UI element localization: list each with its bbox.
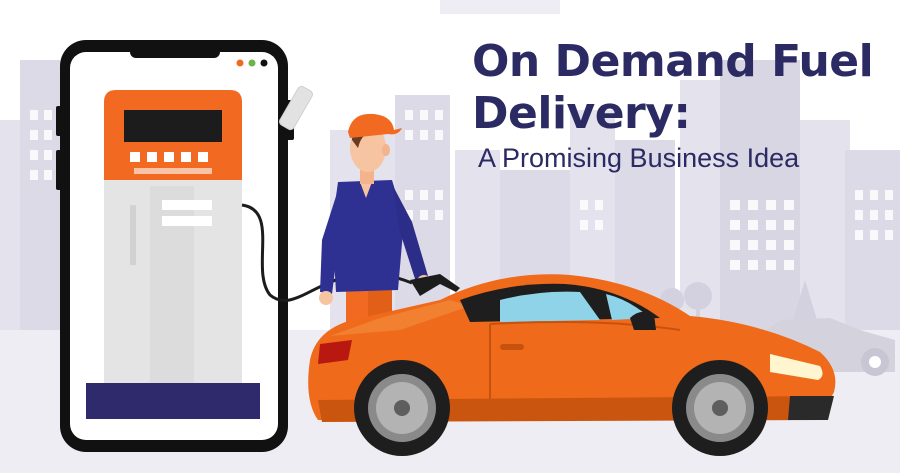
phone-notch: [130, 40, 220, 58]
headline-line-2: Delivery:: [472, 88, 691, 139]
phone-dot-green: [248, 59, 256, 67]
hero-banner: On Demand Fuel Delivery: A Promising Bus…: [0, 0, 900, 473]
headline-block: On Demand Fuel Delivery: A Promising Bus…: [472, 36, 892, 174]
phone-dot-orange: [236, 59, 244, 67]
car-front-wheel: [672, 360, 768, 456]
phone-dot-dark: [260, 59, 268, 67]
pump-base: [86, 383, 260, 419]
fuel-pump-icon: [86, 90, 260, 419]
pump-display: [124, 110, 222, 142]
car-rear-wheel: [354, 360, 450, 456]
headline-line-1: On Demand Fuel: [472, 36, 874, 87]
headline-subtitle: A Promising Business Idea: [478, 143, 800, 173]
